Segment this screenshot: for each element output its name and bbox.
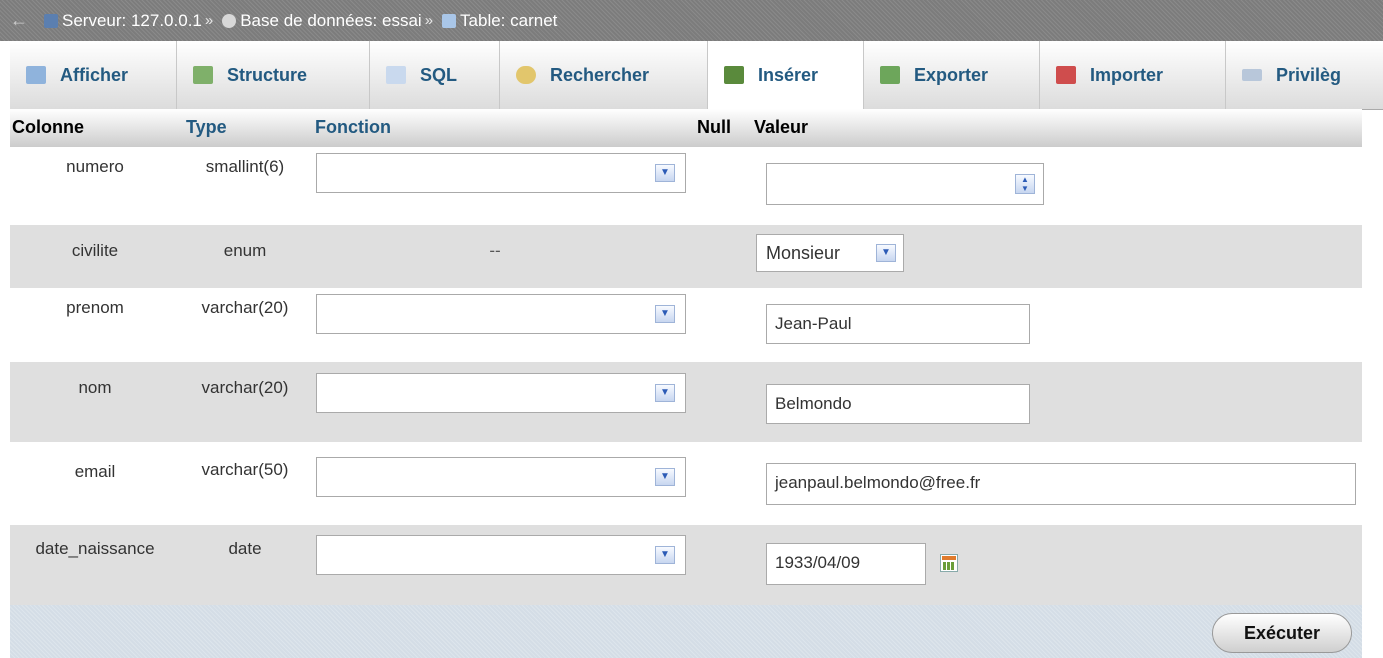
tab-label: Exporter (914, 64, 989, 85)
value-date-input[interactable]: 1933/04/09 (766, 543, 926, 585)
tab-importer[interactable]: Importer (1040, 41, 1226, 109)
insert-icon (724, 66, 744, 84)
column-type: enum (223, 241, 267, 260)
column-name: numero (66, 157, 124, 176)
chevron-down-icon: ▼ (655, 468, 675, 486)
chevron-down-icon: ▼ (876, 244, 896, 262)
value-text: Monsieur (766, 243, 841, 263)
column-type: varchar(50) (201, 460, 289, 479)
tab-sql[interactable]: SQL (370, 41, 500, 109)
breadcrumb-separator: » (204, 12, 214, 29)
function-select[interactable]: ▼ (316, 373, 686, 413)
value-text: Belmondo (775, 394, 852, 413)
table-row: date_naissance date ▼ 1933/04/09 (10, 525, 1362, 605)
tab-label: SQL (420, 64, 458, 85)
header-value: Valeur (754, 117, 809, 137)
tab-bar: Afficher Structure SQL Rechercher Insére… (10, 41, 1383, 110)
table-row: prenom varchar(20) ▼ Jean-Paul (10, 288, 1362, 362)
value-text: Jean-Paul (775, 314, 852, 333)
column-name: email (74, 462, 116, 481)
tab-structure[interactable]: Structure (177, 41, 370, 109)
function-select[interactable]: ▼ (316, 294, 686, 334)
tab-privileges[interactable]: Privilèg (1226, 41, 1383, 109)
chevron-down-icon: ▼ (655, 164, 675, 182)
export-icon (880, 66, 900, 84)
back-arrow-icon[interactable]: ← (0, 10, 38, 31)
header-null: Null (697, 117, 731, 137)
column-name: prenom (66, 298, 124, 317)
breadcrumb-server[interactable]: Serveur: 127.0.0.1 (38, 11, 202, 31)
header-column: Colonne (12, 117, 84, 137)
breadcrumb-separator: » (424, 12, 434, 29)
function-select[interactable]: ▼ (316, 535, 686, 575)
function-placeholder: -- (489, 241, 501, 260)
breadcrumb-table-label: Table: carnet (460, 10, 558, 30)
structure-icon (193, 66, 213, 84)
table-row: civilite enum -- Monsieur ▼ (10, 225, 1362, 288)
tab-label: Privilèg (1276, 64, 1342, 85)
browse-icon (26, 66, 46, 84)
breadcrumb-server-label: Serveur: 127.0.0.1 (62, 10, 202, 30)
sql-icon (386, 66, 406, 84)
function-select[interactable]: ▼ (316, 153, 686, 193)
chevron-down-icon: ▼ (655, 384, 675, 402)
tab-inserer[interactable]: Insérer (708, 41, 864, 109)
breadcrumb-database[interactable]: Base de données: essai (216, 10, 422, 31)
value-text-input[interactable]: jeanpaul.belmondo@free.fr (766, 463, 1356, 505)
import-icon (1056, 66, 1076, 84)
chevron-down-icon: ▼ (655, 546, 675, 564)
column-name: nom (78, 378, 112, 397)
table-icon (442, 13, 457, 28)
column-name: date_naissance (35, 539, 155, 558)
value-text: 1933/04/09 (775, 553, 861, 572)
privileges-icon (1242, 69, 1262, 81)
column-type: varchar(20) (201, 378, 289, 397)
table-header: Colonne Type Fonction Null Valeur (10, 109, 1362, 147)
tab-rechercher[interactable]: Rechercher (500, 41, 708, 109)
form-footer: Exécuter (10, 605, 1362, 658)
tab-label: Rechercher (550, 64, 650, 85)
column-type: date (228, 539, 262, 558)
column-type: varchar(20) (201, 298, 289, 317)
table-row: email varchar(50) ▼ jeanpaul.belmondo@fr… (10, 442, 1362, 525)
column-name: civilite (71, 241, 119, 260)
execute-button[interactable]: Exécuter (1212, 613, 1352, 653)
tab-label: Afficher (60, 64, 129, 85)
table-row: numero smallint(6) ▼ ▲ ▼ (10, 147, 1362, 225)
column-type: smallint(6) (205, 157, 285, 176)
tab-afficher[interactable]: Afficher (10, 41, 177, 109)
breadcrumb-database-label: Base de données: essai (240, 10, 422, 30)
tab-label: Insérer (758, 64, 819, 85)
function-select[interactable]: ▼ (316, 457, 686, 497)
server-icon (44, 13, 58, 28)
value-enum-select[interactable]: Monsieur ▼ (756, 234, 904, 272)
header-function[interactable]: Fonction (315, 117, 391, 138)
header-type[interactable]: Type (186, 117, 227, 138)
chevron-down-icon: ▼ (655, 305, 675, 323)
value-text: jeanpaul.belmondo@free.fr (775, 473, 981, 492)
value-number-input[interactable]: ▲ ▼ (766, 163, 1044, 205)
spinner-icon[interactable]: ▲ ▼ (1015, 174, 1035, 194)
database-icon (222, 13, 237, 28)
calendar-icon[interactable] (940, 554, 958, 572)
tab-label: Structure (227, 64, 308, 85)
tab-label: Importer (1090, 64, 1164, 85)
tab-exporter[interactable]: Exporter (864, 41, 1040, 109)
search-icon (516, 66, 536, 84)
value-text-input[interactable]: Belmondo (766, 384, 1030, 424)
breadcrumb: ← Serveur: 127.0.0.1 » Base de données: … (0, 0, 1383, 41)
table-row: nom varchar(20) ▼ Belmondo (10, 362, 1362, 442)
breadcrumb-table[interactable]: Table: carnet (436, 11, 557, 31)
value-text-input[interactable]: Jean-Paul (766, 304, 1030, 344)
